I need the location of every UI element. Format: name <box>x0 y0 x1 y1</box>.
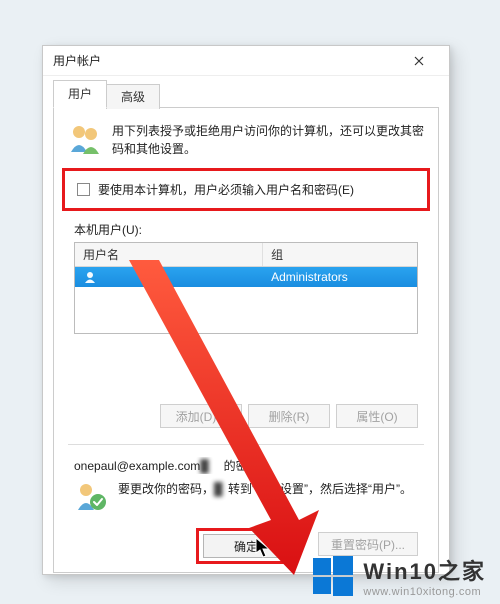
tab-advanced[interactable]: 高级 <box>106 84 160 109</box>
password-row: 要更改你的密码，█转到“电脑设置”，然后选择“用户”。 <box>74 480 418 514</box>
tab-strip: 用户 高级 <box>53 82 439 108</box>
section-divider <box>68 444 424 445</box>
user-buttons-row: 添加(D)... 删除(R) 属性(O) <box>68 404 418 428</box>
cell-username <box>75 270 263 284</box>
close-icon <box>414 56 424 66</box>
highlight-require-password: 要使用本计算机，用户必须输入用户名和密码(E) <box>62 168 430 211</box>
description-text: 用下列表授予或拒绝用户访问你的计算机，还可以更改其密码和其他设置。 <box>112 122 424 158</box>
user-accounts-dialog: 用户帐户 用户 高级 用下列表授予或拒绝用户访问你的计算机，还可以更改其密码和其… <box>42 45 450 575</box>
password-icon <box>74 480 108 514</box>
watermark: Win10之家 www.win10xitong.com <box>311 554 486 598</box>
column-group[interactable]: 组 <box>263 243 417 266</box>
password-section-title: onepaul@example.com█ 的密码 <box>74 457 424 474</box>
column-username[interactable]: 用户名 <box>75 243 263 266</box>
users-list-label: 本机用户(U): <box>74 221 424 238</box>
close-button[interactable] <box>399 48 439 74</box>
tab-users[interactable]: 用户 <box>53 80 107 108</box>
properties-button[interactable]: 属性(O) <box>336 404 418 428</box>
watermark-text: Win10之家 www.win10xitong.com <box>363 554 486 598</box>
watermark-url: www.win10xitong.com <box>363 586 486 598</box>
cell-group: Administrators <box>263 270 417 284</box>
dialog-title: 用户帐户 <box>53 52 399 69</box>
users-listview[interactable]: 用户名 组 Administrators <box>74 242 418 334</box>
highlight-ok: 确定 <box>196 528 296 564</box>
description-row: 用下列表授予或拒绝用户访问你的计算机，还可以更改其密码和其他设置。 <box>68 122 424 158</box>
add-button[interactable]: 添加(D)... <box>160 404 242 428</box>
password-user: onepaul@example.com <box>74 459 200 473</box>
remove-button[interactable]: 删除(R) <box>248 404 330 428</box>
user-icon <box>83 270 97 284</box>
require-password-checkbox[interactable] <box>77 183 90 196</box>
listview-row[interactable]: Administrators <box>75 267 417 287</box>
watermark-title: Win10之家 <box>363 554 486 586</box>
ok-button[interactable]: 确定 <box>203 534 289 558</box>
password-suffix: 的密码 <box>220 459 259 473</box>
tab-panel-users: 用下列表授予或拒绝用户访问你的计算机，还可以更改其密码和其他设置。 要使用本计算… <box>53 108 439 573</box>
listview-header: 用户名 组 <box>75 243 417 267</box>
windows-logo-icon <box>311 554 355 598</box>
dialog-body: 用户 高级 用下列表授予或拒绝用户访问你的计算机，还可以更改其密码和其他设置。 … <box>43 76 449 583</box>
users-icon <box>68 122 102 156</box>
require-password-label: 要使用本计算机，用户必须输入用户名和密码(E) <box>98 181 354 198</box>
password-instruction: 要更改你的密码，█转到“电脑设置”，然后选择“用户”。 <box>118 480 412 497</box>
titlebar: 用户帐户 <box>43 46 449 76</box>
